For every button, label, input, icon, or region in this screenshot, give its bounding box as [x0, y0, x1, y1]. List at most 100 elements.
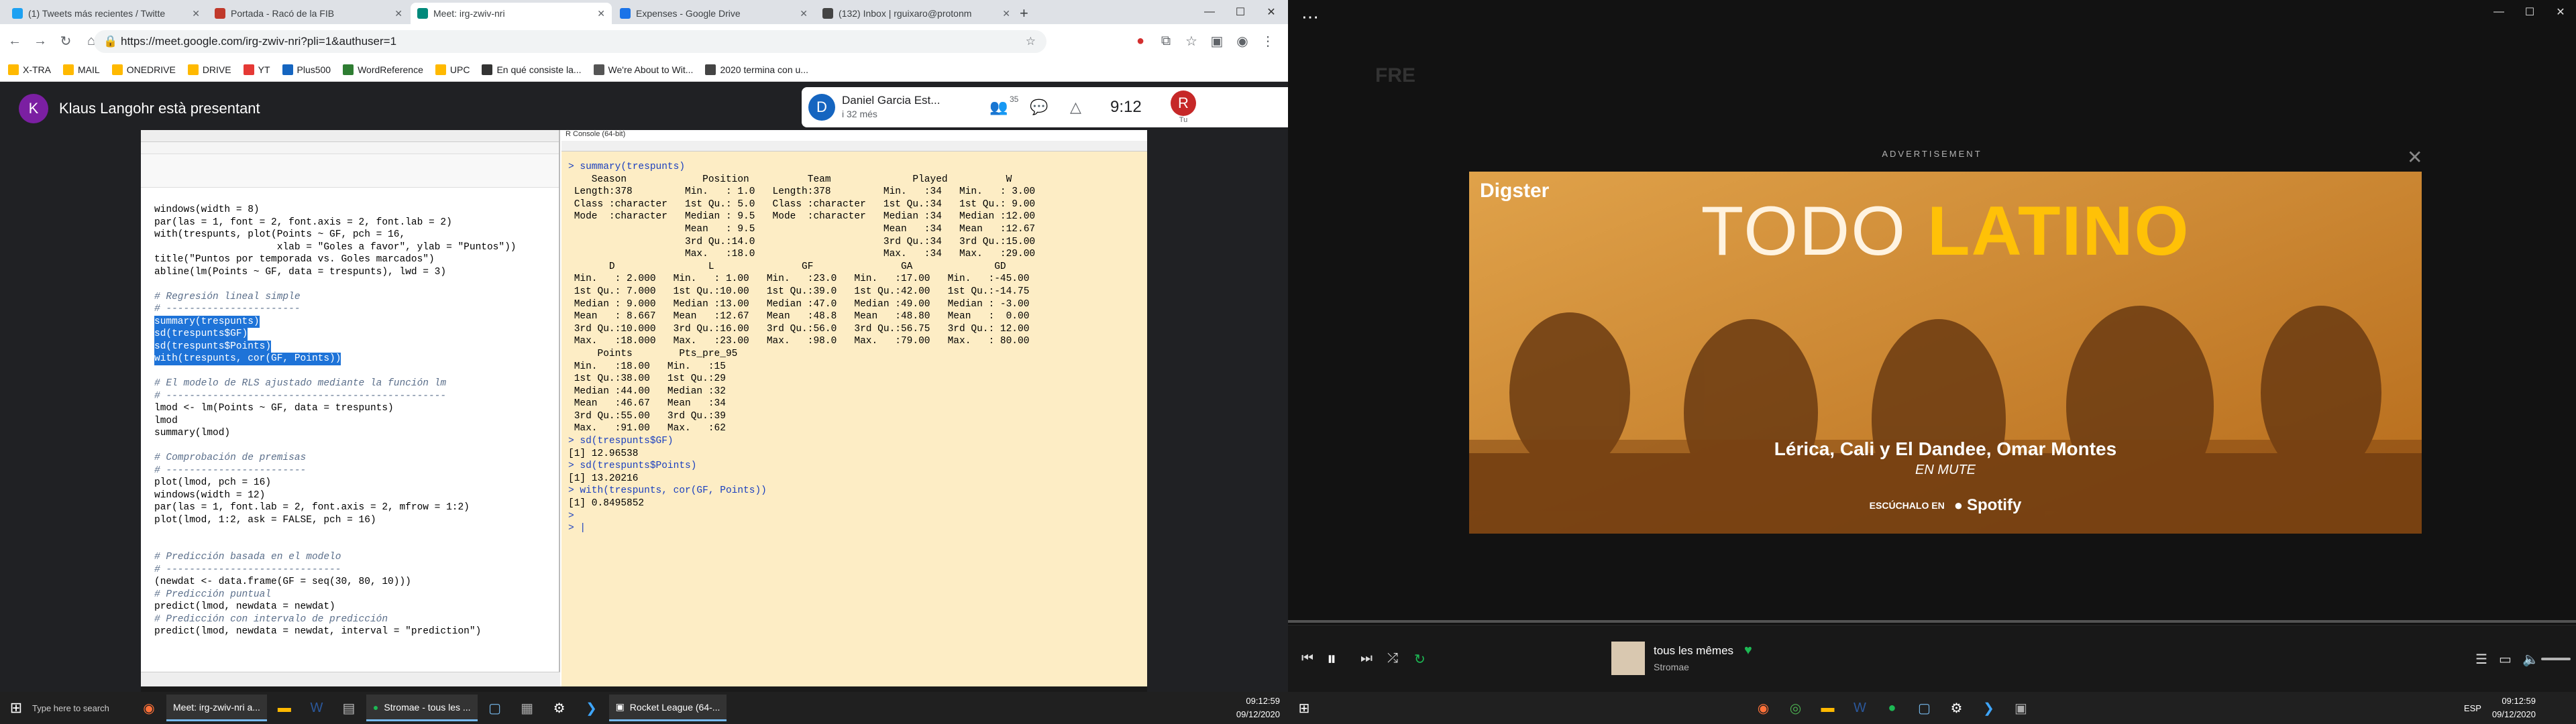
bookmark-item[interactable]: MAIL: [63, 64, 100, 75]
windows-start-icon[interactable]: ⊞: [1291, 695, 1318, 721]
activities-icon[interactable]: △: [1070, 99, 1110, 116]
browser-tab[interactable]: (1) Tweets más recientes / Twitte ✕: [5, 3, 207, 24]
tab-close-icon[interactable]: ✕: [597, 8, 605, 19]
menu-icon[interactable]: ⋮: [1257, 30, 1279, 52]
browser-tab[interactable]: Portada - Racó de la FIB ✕: [208, 3, 409, 24]
heart-icon[interactable]: ♥: [1744, 643, 1752, 658]
minimize-icon[interactable]: —: [1194, 0, 1225, 24]
browser-tab[interactable]: Meet: irg-zwiv-nri ✕: [411, 3, 612, 24]
star-icon[interactable]: ☆: [1026, 35, 1036, 48]
taskbar-app-spotify[interactable]: ● Stromae - tous les ...: [366, 695, 478, 721]
system-clock[interactable]: 09:12:59 09/12/2020: [1236, 695, 1280, 721]
app-icon[interactable]: ▦: [514, 695, 541, 721]
vscode-icon[interactable]: ❯: [578, 695, 605, 721]
bookmark-item[interactable]: 2020 termina con u...: [705, 64, 808, 75]
settings-icon[interactable]: ⚙: [1943, 695, 1970, 721]
tab-label: (1) Tweets más recientes / Twitte: [28, 8, 166, 19]
system-clock[interactable]: 09:12:59 09/12/2020: [2492, 695, 2536, 721]
new-tab-button[interactable]: +: [1013, 3, 1040, 24]
bookmark-item[interactable]: X-TRA: [8, 64, 51, 75]
vscode-icon[interactable]: ❯: [1975, 695, 2002, 721]
track-title[interactable]: tous les mêmes: [1654, 644, 1733, 658]
browser-tab[interactable]: Expenses - Google Drive ✕: [613, 3, 814, 24]
settings-icon[interactable]: ⚙: [546, 695, 573, 721]
address-bar[interactable]: 🔒 https://meet.google.com/irg-zwiv-nri?p…: [94, 30, 1046, 53]
firefox-icon[interactable]: ◉: [136, 695, 162, 721]
avatar: D: [808, 94, 835, 121]
language-indicator[interactable]: ESP: [2464, 703, 2481, 713]
extensions-icon[interactable]: ⧉: [1155, 30, 1177, 52]
bookmark-item[interactable]: En qué consiste la...: [482, 64, 582, 75]
tab-close-icon[interactable]: ✕: [1002, 8, 1010, 19]
console-line: Max. :91.00 Max. :62: [568, 423, 726, 434]
collections-icon[interactable]: ▣: [1206, 30, 1228, 52]
word-icon[interactable]: W: [303, 695, 330, 721]
volume-icon[interactable]: 🔈: [2522, 651, 2539, 668]
firefox-icon[interactable]: ◉: [1750, 695, 1776, 721]
chat-icon[interactable]: 💬: [1030, 99, 1070, 116]
code-line: predict(lmod, newdata = newdat, interval…: [154, 626, 482, 637]
album-art[interactable]: [1611, 642, 1645, 675]
forward-icon[interactable]: →: [30, 30, 51, 52]
console-line: [1] 12.96538: [568, 448, 639, 459]
volume-slider[interactable]: [2541, 658, 2571, 660]
minimize-icon[interactable]: —: [2483, 0, 2514, 24]
spotify-icon[interactable]: ●: [1878, 695, 1905, 721]
tab-close-icon[interactable]: ✕: [800, 8, 808, 19]
advert-banner[interactable]: Digster TODO LATINO Lérica, Cali y El Da…: [1469, 172, 2422, 534]
folder-icon[interactable]: ▬: [271, 695, 298, 721]
app-icon[interactable]: ▢: [482, 695, 508, 721]
shuffle-icon[interactable]: ⤮: [1387, 651, 1398, 666]
code-line: # Predicción puntual: [154, 589, 272, 600]
repeat-icon[interactable]: ↻: [1414, 651, 1426, 668]
maximize-icon[interactable]: ☐: [2514, 0, 2545, 24]
maximize-icon[interactable]: ☐: [1225, 0, 1256, 24]
people-icon[interactable]: 👥 35: [989, 95, 1030, 116]
playback-progress[interactable]: [1288, 620, 2576, 623]
editor-menubar: [141, 142, 559, 154]
ad-close-icon[interactable]: ✕: [2407, 146, 2422, 168]
code-line: xlab = "Goles a favor", ylab = "Puntos")…: [154, 241, 517, 253]
bookmark-item[interactable]: Plus500: [282, 64, 331, 75]
code-area[interactable]: windows(width = 8) par(las = 1, font = 2,…: [154, 204, 557, 638]
queue-icon[interactable]: ☰: [2475, 651, 2487, 668]
bookmark-item[interactable]: WordReference: [343, 64, 423, 75]
back-icon[interactable]: ←: [4, 30, 25, 52]
console-line: > with(trespunts, cor(GF, Points)): [568, 485, 767, 497]
close-icon[interactable]: ✕: [1256, 0, 1287, 24]
bookmark-item[interactable]: YT: [243, 64, 270, 75]
app-icon[interactable]: ▢: [1911, 695, 1937, 721]
word-icon[interactable]: W: [1846, 695, 1873, 721]
app-icon[interactable]: ▣: [2007, 695, 2034, 721]
windows-start-icon[interactable]: ⊞: [3, 695, 30, 721]
browser-tab-bar: (1) Tweets más recientes / Twitte ✕ Portad…: [0, 0, 1288, 24]
taskbar-app-rocket-league[interactable]: ▣ Rocket League (64-...: [608, 695, 727, 721]
tab-close-icon[interactable]: ✕: [192, 8, 200, 19]
search-input[interactable]: Type here to search: [32, 695, 133, 721]
reload-icon[interactable]: ↻: [55, 30, 76, 52]
track-artist[interactable]: Stromae: [1654, 662, 1689, 672]
browser-tab[interactable]: (132) Inbox | rguixaro@protonm ✕: [816, 3, 1017, 24]
bookmark-item[interactable]: We're About to Wit...: [593, 64, 693, 75]
profile-icon[interactable]: ◉: [1232, 30, 1253, 52]
app-icon[interactable]: ▤: [335, 695, 362, 721]
pause-icon[interactable]: ⏸: [1327, 648, 1336, 670]
bookmark-item[interactable]: UPC: [435, 64, 470, 75]
skip-back-icon[interactable]: ⏮: [1301, 651, 1313, 666]
close-icon[interactable]: ✕: [2545, 0, 2576, 24]
bookmark-label: YT: [258, 64, 270, 75]
bookmark-item[interactable]: DRIVE: [187, 64, 231, 75]
skip-forward-icon[interactable]: ⏭: [1360, 651, 1373, 666]
tab-close-icon[interactable]: ✕: [394, 8, 402, 19]
chrome-icon[interactable]: ◎: [1782, 695, 1809, 721]
avatar: K: [19, 94, 48, 123]
bookmark-item[interactable]: ONEDRIVE: [111, 64, 176, 75]
code-line: # Predicción con intervalo de predicción: [154, 613, 388, 625]
folder-icon[interactable]: ▬: [1814, 695, 1841, 721]
console-output[interactable]: > summary(trespunts) Season Position Tea…: [568, 161, 1035, 535]
taskbar-app-meet[interactable]: Meet: irg-zwiv-nri a...: [166, 695, 267, 721]
favorites-icon[interactable]: ☆: [1181, 30, 1202, 52]
extension-icon[interactable]: ●: [1130, 30, 1151, 52]
devices-icon[interactable]: ▭: [2499, 651, 2512, 668]
